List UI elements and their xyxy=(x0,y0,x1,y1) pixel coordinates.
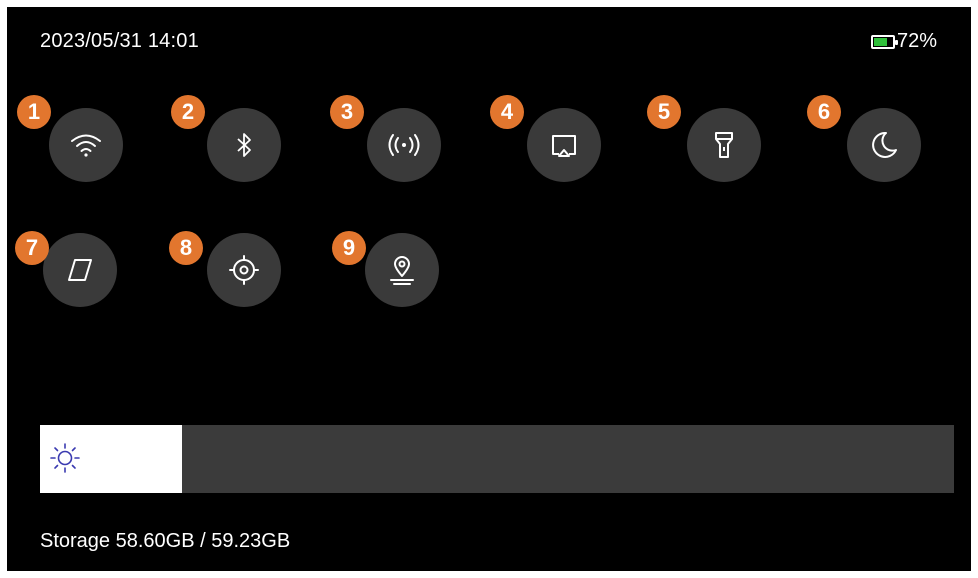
location-target-icon xyxy=(229,255,259,285)
battery-icon xyxy=(870,34,898,49)
battery-status: 72% xyxy=(870,30,937,53)
screen-cast-toggle[interactable] xyxy=(527,108,601,182)
callout-badge: 3 xyxy=(330,95,364,129)
map-pin-toggle[interactable] xyxy=(365,233,439,307)
quick-settings-panel: 2023/05/31 14:01 72% 1 2 3 4 5 6 7 8 9 S… xyxy=(7,7,971,571)
sun-icon xyxy=(50,443,80,473)
wifi-toggle[interactable] xyxy=(49,108,123,182)
callout-badge: 4 xyxy=(490,95,524,129)
callout-badge: 1 xyxy=(17,95,51,129)
status-datetime: 2023/05/31 14:01 xyxy=(40,30,199,52)
callout-badge: 8 xyxy=(169,231,203,265)
callout-badge: 2 xyxy=(171,95,205,129)
battery-percent: 72% xyxy=(896,30,937,52)
compass-toggle[interactable] xyxy=(43,233,117,307)
callout-badge: 5 xyxy=(647,95,681,129)
compass-icon xyxy=(68,259,92,281)
hotspot-icon xyxy=(388,134,420,156)
map-pin-icon xyxy=(390,256,414,285)
dark-mode-toggle[interactable] xyxy=(847,108,921,182)
hotspot-toggle[interactable] xyxy=(367,108,441,182)
bluetooth-icon xyxy=(237,133,251,157)
bluetooth-toggle[interactable] xyxy=(207,108,281,182)
callout-badge: 6 xyxy=(807,95,841,129)
location-target-toggle[interactable] xyxy=(207,233,281,307)
flashlight-toggle[interactable] xyxy=(687,108,761,182)
flashlight-icon xyxy=(715,132,733,158)
wifi-icon xyxy=(71,134,101,157)
callout-badge: 9 xyxy=(332,231,366,265)
screen-cast-icon xyxy=(552,135,576,157)
dark-mode-icon xyxy=(872,131,897,158)
brightness-slider[interactable] xyxy=(40,425,954,493)
callout-badge: 7 xyxy=(15,231,49,265)
storage-info: Storage 58.60GB / 59.23GB xyxy=(40,530,291,552)
